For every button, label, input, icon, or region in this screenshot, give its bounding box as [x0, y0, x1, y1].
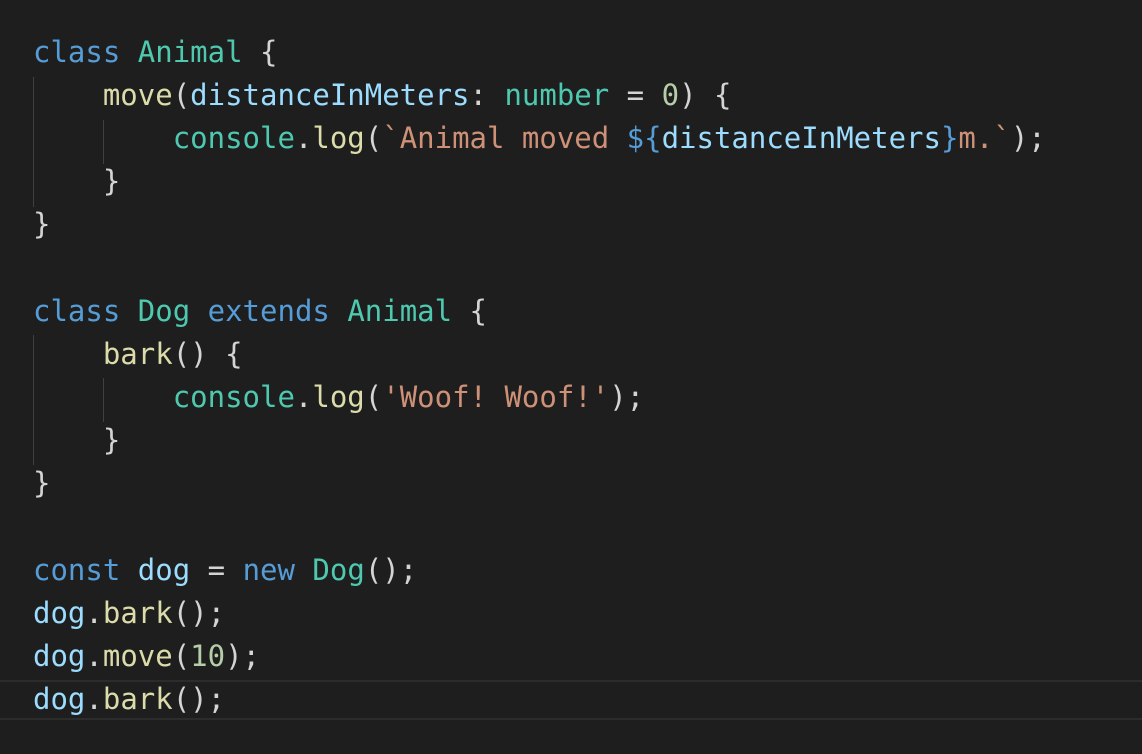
code-line[interactable]: const dog = new Dog(); [33, 549, 417, 592]
code-token: ( [172, 639, 191, 673]
code-token: = [190, 553, 243, 587]
code-token: Animal [137, 35, 243, 69]
code-token: (); [172, 596, 226, 630]
code-token: ( [172, 78, 191, 112]
code-token: (); [172, 682, 226, 716]
code-line[interactable]: } [33, 419, 120, 462]
code-token: bark [102, 682, 173, 716]
code-token: class [33, 294, 121, 328]
code-token: . [294, 380, 313, 414]
code-token: log [312, 380, 365, 414]
code-token: } [940, 121, 959, 155]
code-token: new [242, 553, 295, 587]
code-token: dog [33, 596, 86, 630]
code-line[interactable]: class Animal { [33, 31, 277, 74]
code-token: = [609, 78, 662, 112]
code-line[interactable]: } [33, 203, 50, 246]
code-token: () { [172, 337, 243, 371]
code-token: ( [364, 121, 383, 155]
code-token: extends [207, 294, 330, 328]
code-line[interactable]: class Dog extends Animal { [33, 290, 487, 333]
code-token: log [312, 121, 365, 155]
code-line[interactable]: console.log('Woof! Woof!'); [33, 376, 644, 419]
code-token: } [33, 207, 51, 241]
code-token: 10 [190, 639, 226, 673]
code-token: } [33, 423, 121, 457]
code-token: . [294, 121, 313, 155]
code-line[interactable]: bark() { [33, 333, 243, 376]
code-line[interactable]: dog.bark(); [33, 592, 225, 635]
code-token: . [85, 682, 103, 716]
code-token: (); [364, 553, 418, 587]
code-line[interactable]: } [33, 160, 120, 203]
code-token: Animal [347, 294, 453, 328]
code-token: { [242, 35, 278, 69]
code-token: console [172, 380, 295, 414]
code-token: Dog [312, 553, 365, 587]
code-token: dog [137, 553, 191, 587]
code-line[interactable]: move(distanceInMeters: number = 0) { [33, 74, 732, 117]
code-line[interactable]: console.log(`Animal moved ${distanceInMe… [33, 117, 1046, 160]
code-token: `Animal moved [382, 121, 627, 155]
code-editor[interactable]: class Animal { move(distanceInMeters: nu… [0, 0, 1142, 754]
code-token: bark [102, 596, 173, 630]
code-token: 'Woof! Woof!' [382, 380, 610, 414]
code-token: dog [33, 682, 86, 716]
code-line[interactable]: dog.bark(); [33, 678, 225, 721]
code-token: const [33, 553, 121, 587]
code-token: ); [225, 639, 261, 673]
code-token: } [33, 466, 51, 500]
code-token: distanceInMeters [661, 121, 941, 155]
code-token: ); [609, 380, 645, 414]
code-token: m.` [958, 121, 1011, 155]
code-token: move [102, 639, 173, 673]
code-token: . [85, 596, 103, 630]
code-token: number [504, 78, 610, 112]
code-token: : [469, 78, 505, 112]
code-token: bark [102, 337, 173, 371]
code-token: move [102, 78, 173, 112]
code-token: ); [1010, 121, 1046, 155]
code-token: distanceInMeters [190, 78, 470, 112]
code-token: 0 [661, 78, 680, 112]
code-token: ) { [679, 78, 732, 112]
code-token: console [172, 121, 295, 155]
code-token: } [33, 164, 121, 198]
code-line[interactable]: } [33, 462, 50, 505]
code-token: { [452, 294, 488, 328]
code-token: ( [364, 380, 383, 414]
code-token: class [33, 35, 121, 69]
code-token: . [85, 639, 103, 673]
code-line[interactable]: dog.move(10); [33, 635, 260, 678]
code-token: dog [33, 639, 86, 673]
code-token: Dog [137, 294, 191, 328]
code-token: ${ [626, 121, 662, 155]
